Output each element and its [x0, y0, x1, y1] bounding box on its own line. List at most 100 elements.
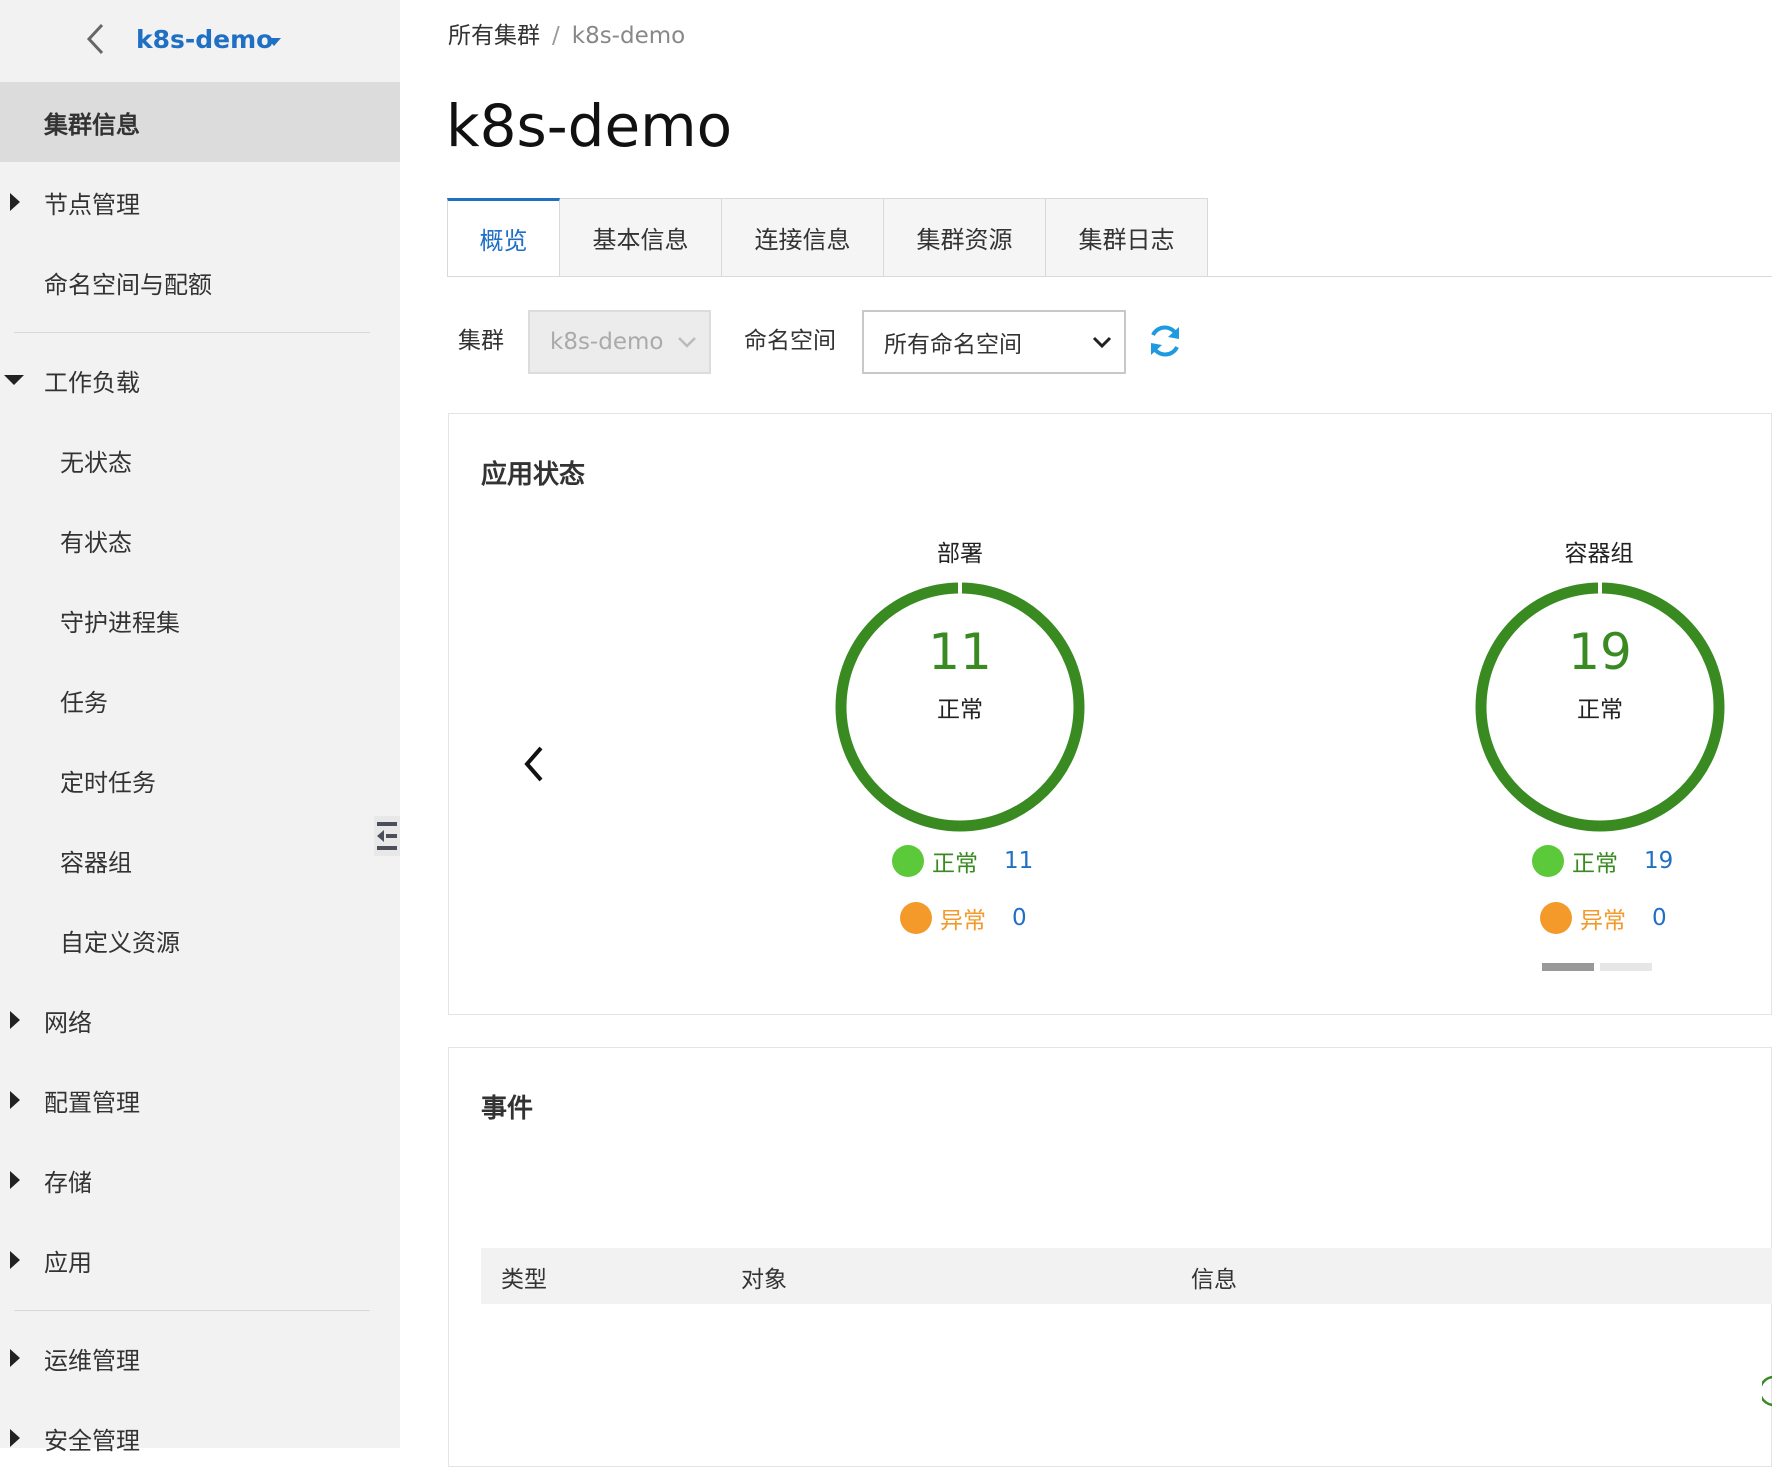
caret-down-icon[interactable] [267, 38, 281, 46]
caret-right-icon [10, 1171, 20, 1189]
sidebar-item-nodes[interactable]: 节点管理 [0, 162, 400, 242]
sidebar-item-apps[interactable]: 应用 [0, 1220, 400, 1300]
cluster-select: k8s-demo [528, 310, 711, 374]
sidebar-item-label: 网络 [44, 1008, 92, 1037]
deployments-abnormal-legend: 异常 0 [900, 901, 1027, 935]
carousel-page-indicator[interactable] [1600, 963, 1652, 971]
sidebar-item-storage[interactable]: 存储 [0, 1140, 400, 1220]
legend-label: 正常 [932, 851, 978, 877]
sidebar: k8s-demo 集群信息 节点管理 命名空间与配额 工作负载 无状态 有状态 … [0, 0, 400, 1455]
sidebar-item-cronjobs[interactable]: 定时任务 [0, 740, 400, 820]
legend-label: 正常 [1572, 851, 1618, 877]
events-table-header: 类型 对象 信息 [481, 1248, 1772, 1304]
events-card: 事件 类型 对象 信息 [448, 1047, 1772, 1467]
deployments-normal-legend: 正常 11 [892, 844, 1033, 878]
caret-right-icon [10, 1011, 20, 1029]
sidebar-item-label: 节点管理 [44, 190, 140, 219]
sidebar-item-label: 配置管理 [44, 1088, 140, 1117]
namespace-select-value: 所有命名空间 [884, 332, 1022, 358]
tab-basic-info[interactable]: 基本信息 [560, 198, 722, 277]
sidebar-item-namespaces[interactable]: 命名空间与配额 [0, 242, 400, 322]
column-header-object: 对象 [741, 1267, 787, 1293]
pods-normal-legend: 正常 19 [1532, 844, 1673, 878]
breadcrumb: 所有集群 / k8s-demo [448, 20, 685, 52]
breadcrumb-current: k8s-demo [571, 23, 686, 49]
sidebar-item-label: 任务 [60, 688, 108, 717]
tab-cluster-resources[interactable]: 集群资源 [884, 198, 1046, 277]
legend-value[interactable]: 11 [1004, 848, 1033, 874]
sidebar-item-label: 工作负载 [44, 368, 140, 397]
abnormal-dot-icon [900, 902, 932, 934]
sidebar-item-ops[interactable]: 运维管理 [0, 1318, 400, 1398]
legend-value[interactable]: 0 [1012, 905, 1027, 931]
sidebar-item-label: 应用 [44, 1248, 92, 1277]
chevron-down-icon [1092, 336, 1112, 349]
sidebar-item-statefulsets[interactable]: 有状态 [0, 500, 400, 580]
cluster-name-dropdown[interactable]: k8s-demo [136, 22, 273, 58]
abnormal-dot-icon [1540, 902, 1572, 934]
breadcrumb-root-link[interactable]: 所有集群 [448, 23, 540, 49]
normal-dot-icon [1532, 845, 1564, 877]
column-header-message: 信息 [1191, 1267, 1237, 1293]
pods-ring-state: 正常 [1577, 697, 1623, 723]
normal-dot-icon [892, 845, 924, 877]
sidebar-item-jobs[interactable]: 任务 [0, 660, 400, 740]
page-title: k8s-demo [446, 92, 733, 160]
app-status-card: 应用状态 部署 11 正常 正常 11 异常 0 容器组 19 正常 正常 19… [448, 413, 1772, 1015]
sidebar-item-label: 自定义资源 [60, 928, 180, 957]
sidebar-item-config[interactable]: 配置管理 [0, 1060, 400, 1140]
tabs-underline [447, 276, 1772, 277]
sidebar-item-label: 安全管理 [44, 1426, 140, 1455]
events-title: 事件 [481, 1094, 534, 1124]
sidebar-item-security[interactable]: 安全管理 [0, 1398, 400, 1478]
caret-right-icon [10, 1251, 20, 1269]
sidebar-item-custom-resources[interactable]: 自定义资源 [0, 900, 400, 980]
chevron-left-icon[interactable] [84, 22, 106, 56]
sidebar-item-label: 有状态 [60, 528, 132, 557]
pods-ring-count: 19 [1568, 623, 1632, 681]
sidebar-item-deployments[interactable]: 无状态 [0, 420, 400, 500]
caret-down-icon [4, 375, 24, 385]
caret-right-icon [10, 1429, 20, 1447]
column-header-type: 类型 [501, 1267, 547, 1293]
sidebar-item-network[interactable]: 网络 [0, 980, 400, 1060]
sidebar-item-label: 命名空间与配额 [44, 270, 212, 299]
loading-icon [1762, 1375, 1772, 1407]
tab-connection-info[interactable]: 连接信息 [722, 198, 884, 277]
sidebar-item-daemonsets[interactable]: 守护进程集 [0, 580, 400, 660]
sidebar-item-label: 守护进程集 [60, 608, 180, 637]
legend-value[interactable]: 0 [1652, 905, 1667, 931]
deployments-ring-title: 部署 [937, 541, 983, 567]
pods-abnormal-legend: 异常 0 [1540, 901, 1667, 935]
sidebar-item-cluster-info[interactable]: 集群信息 [0, 82, 400, 162]
tab-bar: 概览 基本信息 连接信息 集群资源 集群日志 [447, 198, 1208, 277]
divider [14, 1310, 370, 1311]
tab-cluster-logs[interactable]: 集群日志 [1046, 198, 1208, 277]
carousel-page-indicator-active[interactable] [1542, 963, 1594, 971]
chevron-left-icon[interactable] [521, 744, 547, 784]
sidebar-item-label: 定时任务 [60, 768, 156, 797]
cluster-filter-label: 集群 [458, 328, 504, 354]
namespace-select[interactable]: 所有命名空间 [862, 310, 1126, 374]
tab-overview[interactable]: 概览 [447, 198, 560, 277]
refresh-icon[interactable] [1146, 322, 1184, 360]
sidebar-item-label: 存储 [44, 1168, 92, 1197]
namespace-filter-label: 命名空间 [744, 328, 836, 354]
divider [14, 332, 370, 333]
sidebar-item-label: 无状态 [60, 448, 132, 477]
legend-label: 异常 [1580, 908, 1626, 934]
legend-label: 异常 [940, 908, 986, 934]
caret-right-icon [10, 1349, 20, 1367]
deployments-ring-state: 正常 [937, 697, 983, 723]
legend-value[interactable]: 19 [1644, 848, 1673, 874]
sidebar-item-label: 运维管理 [44, 1346, 140, 1375]
cluster-select-value: k8s-demo [550, 329, 664, 355]
sidebar-item-label: 集群信息 [44, 110, 140, 139]
caret-right-icon [10, 1091, 20, 1109]
sidebar-item-workloads[interactable]: 工作负载 [0, 340, 400, 420]
chevron-down-icon [678, 337, 696, 348]
pods-ring-title: 容器组 [1564, 541, 1634, 567]
caret-right-icon [10, 193, 20, 211]
collapse-sidebar-icon[interactable] [374, 816, 400, 856]
sidebar-item-pods[interactable]: 容器组 [0, 820, 400, 900]
